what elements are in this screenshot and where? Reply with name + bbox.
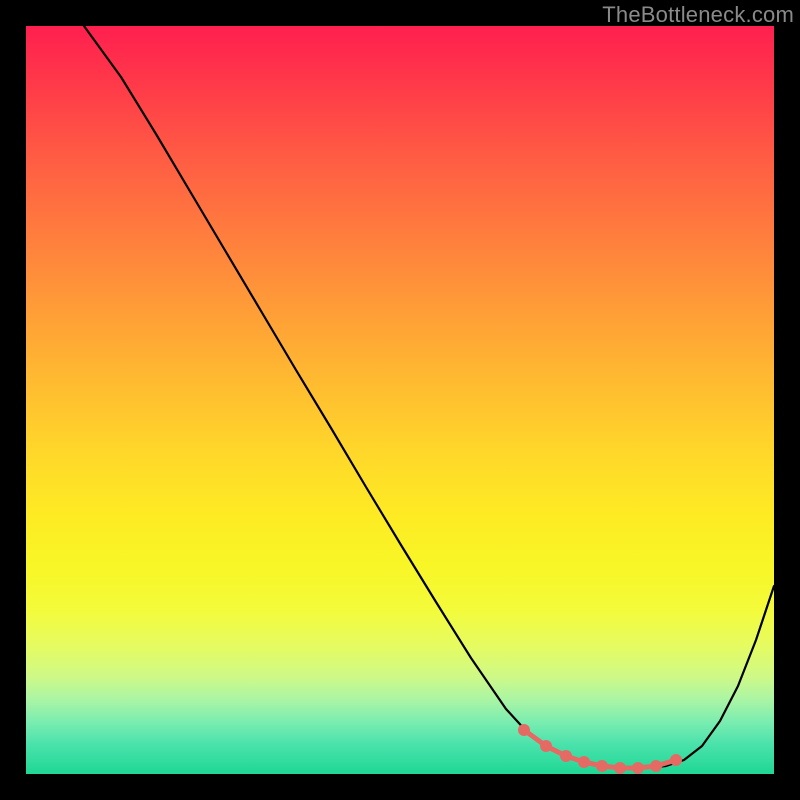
outer-black-frame: TheBottleneck.com	[0, 0, 800, 800]
highlight-dot	[596, 760, 608, 772]
highlight-dot	[614, 762, 626, 774]
highlight-dot	[670, 754, 682, 766]
highlight-dot	[518, 724, 530, 736]
highlight-dot	[632, 762, 644, 774]
bottleneck-curve-line	[84, 26, 774, 768]
highlight-dot	[540, 740, 552, 752]
highlight-dot	[578, 756, 590, 768]
highlight-dots-group	[518, 724, 682, 774]
chart-svg	[26, 26, 774, 774]
watermark-text: TheBottleneck.com	[602, 2, 794, 28]
highlight-dot	[560, 750, 572, 762]
highlight-dot	[650, 760, 662, 772]
chart-plot-area	[26, 26, 774, 774]
